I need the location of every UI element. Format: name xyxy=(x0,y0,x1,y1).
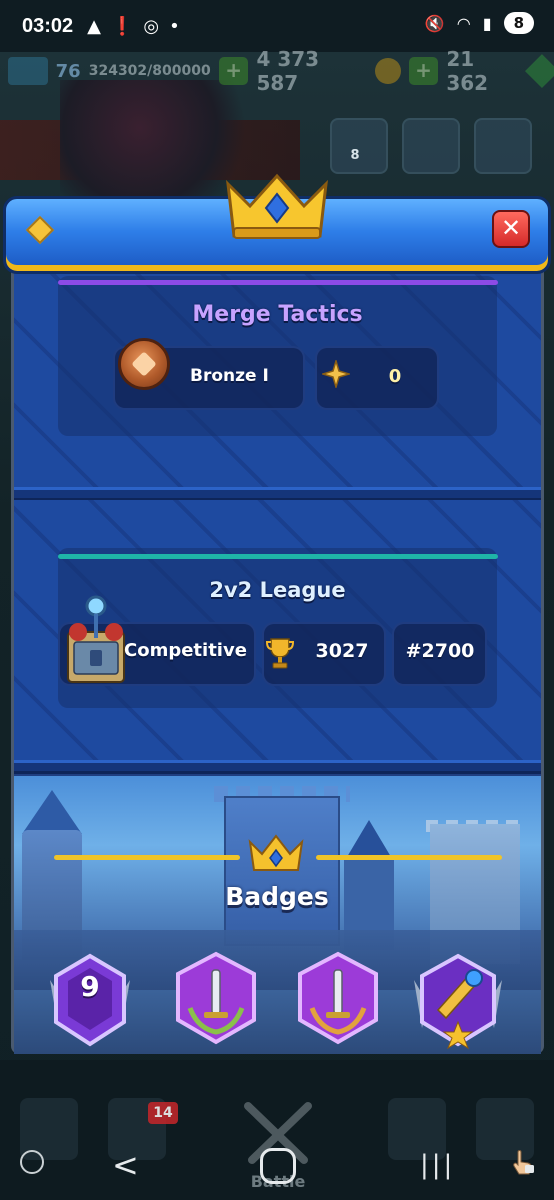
crown-icon xyxy=(248,834,304,871)
friends-button[interactable] xyxy=(330,118,388,174)
mute-icon: 🔇 xyxy=(424,13,445,33)
badges-accent-line-left xyxy=(54,855,240,860)
menu-button[interactable] xyxy=(474,118,532,174)
league-mode-label: Competitive xyxy=(124,640,247,661)
badges-title: Badges xyxy=(225,882,329,911)
status-bar: 03:02 ▲ ❗ ◎ • 🔇 ◠ ▮ 8 xyxy=(0,0,554,52)
touch-lock-icon[interactable] xyxy=(510,1148,536,1176)
signal-icon: ▮ xyxy=(482,13,492,33)
sparkle-icon xyxy=(322,360,350,388)
recent-apps-button[interactable]: ||| xyxy=(420,1150,455,1180)
league-title: 2v2 League xyxy=(209,578,346,602)
add-gold-button[interactable]: + xyxy=(218,57,249,85)
instagram-icon: ◎ xyxy=(143,15,160,37)
alert-icon: ❗ xyxy=(111,15,134,37)
add-gems-button[interactable]: + xyxy=(408,57,439,85)
sword-badge[interactable] xyxy=(288,950,388,1054)
warning-icon: ▲ xyxy=(87,15,101,37)
dot-icon: • xyxy=(169,15,180,37)
league-rank-value: #2700 xyxy=(405,640,475,662)
mastery-badge[interactable] xyxy=(408,950,508,1054)
merge-rank-label: Bronze I xyxy=(190,366,269,386)
status-right-icons: 🔇 ◠ ▮ 8 xyxy=(425,12,534,34)
wifi-icon: ◠ xyxy=(456,13,471,33)
status-left-icons: ▲ ❗ ◎ • xyxy=(87,16,180,37)
player-level: 76 xyxy=(55,60,81,82)
section-divider xyxy=(14,760,541,774)
merge-points-value: 0 xyxy=(388,366,402,387)
status-time: 03:02 xyxy=(22,14,74,37)
section-divider xyxy=(14,487,541,501)
home-button[interactable] xyxy=(260,1148,296,1184)
gamepad-icon[interactable] xyxy=(20,1150,44,1174)
league-arena-icon xyxy=(67,595,125,683)
merge-tactics-accent-line xyxy=(58,280,498,285)
friends-count: 8 xyxy=(350,148,360,163)
resource-bar: 76 324302/800000 + 4 373 587 + 21 362 xyxy=(8,47,554,95)
gem-count: 21 362 xyxy=(446,47,489,95)
back-button[interactable]: < xyxy=(112,1146,139,1184)
gold-coin-icon xyxy=(374,58,401,84)
merge-tactics-title: Merge Tactics xyxy=(192,302,363,327)
close-button[interactable]: ✕ xyxy=(492,210,530,248)
crown-icon xyxy=(226,173,328,239)
level-badge-number: 9 xyxy=(80,970,100,1003)
league-trophy-value: 3027 xyxy=(315,640,369,662)
cards-notification-badge: 14 xyxy=(148,1102,178,1124)
league-accent-line xyxy=(58,554,498,559)
badges-accent-line-right xyxy=(316,855,502,860)
news-button[interactable] xyxy=(402,118,460,174)
level-icon xyxy=(8,57,48,85)
xp-progress: 324302/800000 xyxy=(88,63,211,79)
gold-count: 4 373 587 xyxy=(256,47,320,95)
trophy-icon xyxy=(266,638,294,669)
battery-indicator: 8 xyxy=(503,12,534,34)
castle-tower-roof xyxy=(22,790,82,834)
sword-badge[interactable] xyxy=(166,950,266,1054)
gem-icon xyxy=(525,54,554,88)
